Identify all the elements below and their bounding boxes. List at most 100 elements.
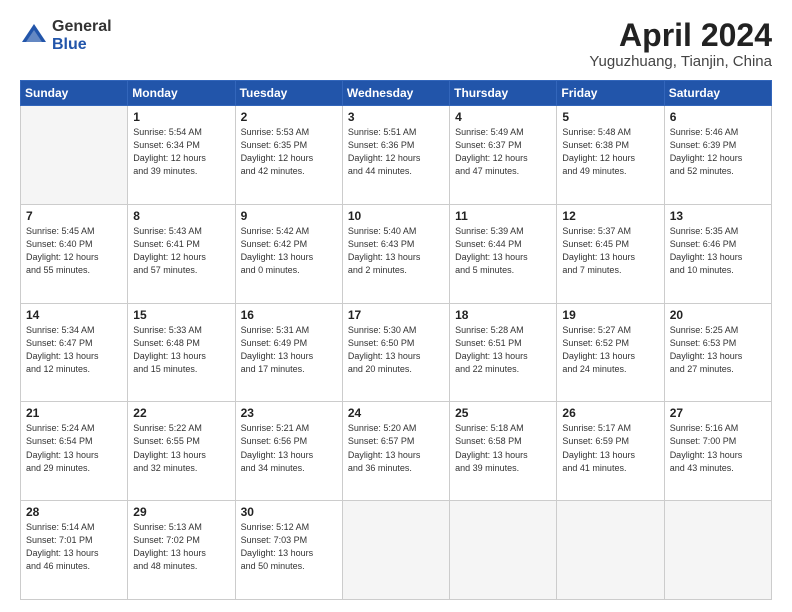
calendar-cell — [557, 501, 664, 600]
weekday-header-thursday: Thursday — [450, 81, 557, 106]
day-number: 1 — [133, 110, 229, 124]
calendar-week-4: 21 Sunrise: 5:24 AM Sunset: 6:54 PM Dayli… — [21, 402, 772, 501]
calendar-cell: 29Sunrise: 5:13 AM Sunset: 7:02 PM Dayli… — [128, 501, 235, 600]
calendar-cell: 8 Sunrise: 5:43 AM Sunset: 6:41 PM Daylig… — [128, 204, 235, 303]
day-info: Sunrise: 5:24 AM Sunset: 6:54 PM Dayligh… — [26, 422, 122, 474]
month-title: April 2024 — [589, 18, 772, 53]
calendar-week-1: 1 Sunrise: 5:54 AM Sunset: 6:34 PM Daylig… — [21, 106, 772, 205]
day-number: 16 — [241, 308, 337, 322]
day-number: 28 — [26, 505, 122, 519]
title-block: April 2024 Yuguzhuang, Tianjin, China — [589, 18, 772, 70]
day-number: 2 — [241, 110, 337, 124]
day-info: Sunrise: 5:27 AM Sunset: 6:52 PM Dayligh… — [562, 324, 658, 376]
day-number: 13 — [670, 209, 766, 223]
calendar-header: SundayMondayTuesdayWednesdayThursdayFrid… — [21, 81, 772, 106]
day-number: 26 — [562, 406, 658, 420]
logo-text: General Blue — [52, 18, 112, 53]
calendar-week-2: 7 Sunrise: 5:45 AM Sunset: 6:40 PM Daylig… — [21, 204, 772, 303]
day-number: 12 — [562, 209, 658, 223]
weekday-header-saturday: Saturday — [664, 81, 771, 106]
calendar-cell: 22 Sunrise: 5:22 AM Sunset: 6:55 PM Dayli… — [128, 402, 235, 501]
day-number: 20 — [670, 308, 766, 322]
weekday-header-monday: Monday — [128, 81, 235, 106]
day-info: Sunrise: 5:43 AM Sunset: 6:41 PM Dayligh… — [133, 225, 229, 277]
day-info: Sunrise: 5:16 AM Sunset: 7:00 PM Dayligh… — [670, 422, 766, 474]
calendar-cell: 30 Sunrise: 5:12 AM Sunset: 7:03 PM Dayli… — [235, 501, 342, 600]
day-info: Sunrise: 5:45 AM Sunset: 6:40 PM Dayligh… — [26, 225, 122, 277]
calendar-cell: 26 Sunrise: 5:17 AM Sunset: 6:59 PM Dayli… — [557, 402, 664, 501]
day-number: 30 — [241, 505, 337, 519]
calendar-cell: 28Sunrise: 5:14 AM Sunset: 7:01 PM Dayli… — [21, 501, 128, 600]
logo-blue: Blue — [52, 36, 112, 54]
day-info: Sunrise: 5:35 AM Sunset: 6:46 PM Dayligh… — [670, 225, 766, 277]
calendar-cell: 6 Sunrise: 5:46 AM Sunset: 6:39 PM Daylig… — [664, 106, 771, 205]
day-number: 19 — [562, 308, 658, 322]
day-info: Sunrise: 5:22 AM Sunset: 6:55 PM Dayligh… — [133, 422, 229, 474]
weekday-header-friday: Friday — [557, 81, 664, 106]
calendar-cell — [450, 501, 557, 600]
calendar-body: 1 Sunrise: 5:54 AM Sunset: 6:34 PM Daylig… — [21, 106, 772, 600]
day-number: 17 — [348, 308, 444, 322]
weekday-header-row: SundayMondayTuesdayWednesdayThursdayFrid… — [21, 81, 772, 106]
day-number: 21 — [26, 406, 122, 420]
calendar-cell: 4 Sunrise: 5:49 AM Sunset: 6:37 PM Daylig… — [450, 106, 557, 205]
day-number: 11 — [455, 209, 551, 223]
day-info: Sunrise: 5:37 AM Sunset: 6:45 PM Dayligh… — [562, 225, 658, 277]
logo-general: General — [52, 18, 112, 36]
calendar-cell: 14 Sunrise: 5:34 AM Sunset: 6:47 PM Dayli… — [21, 303, 128, 402]
day-info: Sunrise: 5:20 AM Sunset: 6:57 PM Dayligh… — [348, 422, 444, 474]
day-info: Sunrise: 5:49 AM Sunset: 6:37 PM Dayligh… — [455, 126, 551, 178]
day-number: 10 — [348, 209, 444, 223]
day-info: Sunrise: 5:31 AM Sunset: 6:49 PM Dayligh… — [241, 324, 337, 376]
day-number: 5 — [562, 110, 658, 124]
day-number: 7 — [26, 209, 122, 223]
day-info: Sunrise: 5:12 AM Sunset: 7:03 PM Dayligh… — [241, 521, 337, 573]
day-number: 23 — [241, 406, 337, 420]
day-number: 22 — [133, 406, 229, 420]
day-info: Sunrise: 5:34 AM Sunset: 6:47 PM Dayligh… — [26, 324, 122, 376]
weekday-header-wednesday: Wednesday — [342, 81, 449, 106]
day-number: 27 — [670, 406, 766, 420]
calendar-cell: 20Sunrise: 5:25 AM Sunset: 6:53 PM Dayli… — [664, 303, 771, 402]
day-number: 24 — [348, 406, 444, 420]
day-info: Sunrise: 5:33 AM Sunset: 6:48 PM Dayligh… — [133, 324, 229, 376]
day-info: Sunrise: 5:51 AM Sunset: 6:36 PM Dayligh… — [348, 126, 444, 178]
page: General Blue April 2024 Yuguzhuang, Tian… — [0, 0, 792, 612]
day-info: Sunrise: 5:17 AM Sunset: 6:59 PM Dayligh… — [562, 422, 658, 474]
day-info: Sunrise: 5:39 AM Sunset: 6:44 PM Dayligh… — [455, 225, 551, 277]
calendar-cell: 16 Sunrise: 5:31 AM Sunset: 6:49 PM Dayli… — [235, 303, 342, 402]
day-number: 9 — [241, 209, 337, 223]
day-number: 8 — [133, 209, 229, 223]
day-number: 14 — [26, 308, 122, 322]
day-info: Sunrise: 5:28 AM Sunset: 6:51 PM Dayligh… — [455, 324, 551, 376]
day-info: Sunrise: 5:42 AM Sunset: 6:42 PM Dayligh… — [241, 225, 337, 277]
day-info: Sunrise: 5:53 AM Sunset: 6:35 PM Dayligh… — [241, 126, 337, 178]
calendar-cell: 15 Sunrise: 5:33 AM Sunset: 6:48 PM Dayli… — [128, 303, 235, 402]
day-info: Sunrise: 5:13 AM Sunset: 7:02 PM Dayligh… — [133, 521, 229, 573]
calendar-cell: 9 Sunrise: 5:42 AM Sunset: 6:42 PM Daylig… — [235, 204, 342, 303]
calendar-cell: 18Sunrise: 5:28 AM Sunset: 6:51 PM Dayli… — [450, 303, 557, 402]
day-info: Sunrise: 5:54 AM Sunset: 6:34 PM Dayligh… — [133, 126, 229, 178]
calendar-cell: 24 Sunrise: 5:20 AM Sunset: 6:57 PM Dayli… — [342, 402, 449, 501]
calendar-cell: 12 Sunrise: 5:37 AM Sunset: 6:45 PM Dayli… — [557, 204, 664, 303]
logo-icon — [20, 22, 48, 50]
logo: General Blue — [20, 18, 112, 53]
calendar-cell — [21, 106, 128, 205]
calendar-cell: 13 Sunrise: 5:35 AM Sunset: 6:46 PM Dayli… — [664, 204, 771, 303]
calendar-cell — [664, 501, 771, 600]
calendar-cell: 27 Sunrise: 5:16 AM Sunset: 7:00 PM Dayli… — [664, 402, 771, 501]
day-number: 3 — [348, 110, 444, 124]
calendar-cell: 17 Sunrise: 5:30 AM Sunset: 6:50 PM Dayli… — [342, 303, 449, 402]
day-number: 15 — [133, 308, 229, 322]
weekday-header-tuesday: Tuesday — [235, 81, 342, 106]
calendar-cell: 2 Sunrise: 5:53 AM Sunset: 6:35 PM Daylig… — [235, 106, 342, 205]
day-info: Sunrise: 5:40 AM Sunset: 6:43 PM Dayligh… — [348, 225, 444, 277]
calendar-cell: 5Sunrise: 5:48 AM Sunset: 6:38 PM Daylig… — [557, 106, 664, 205]
calendar-week-5: 28Sunrise: 5:14 AM Sunset: 7:01 PM Dayli… — [21, 501, 772, 600]
day-number: 25 — [455, 406, 551, 420]
day-info: Sunrise: 5:30 AM Sunset: 6:50 PM Dayligh… — [348, 324, 444, 376]
day-number: 4 — [455, 110, 551, 124]
day-number: 6 — [670, 110, 766, 124]
day-info: Sunrise: 5:46 AM Sunset: 6:39 PM Dayligh… — [670, 126, 766, 178]
calendar-table: SundayMondayTuesdayWednesdayThursdayFrid… — [20, 80, 772, 600]
